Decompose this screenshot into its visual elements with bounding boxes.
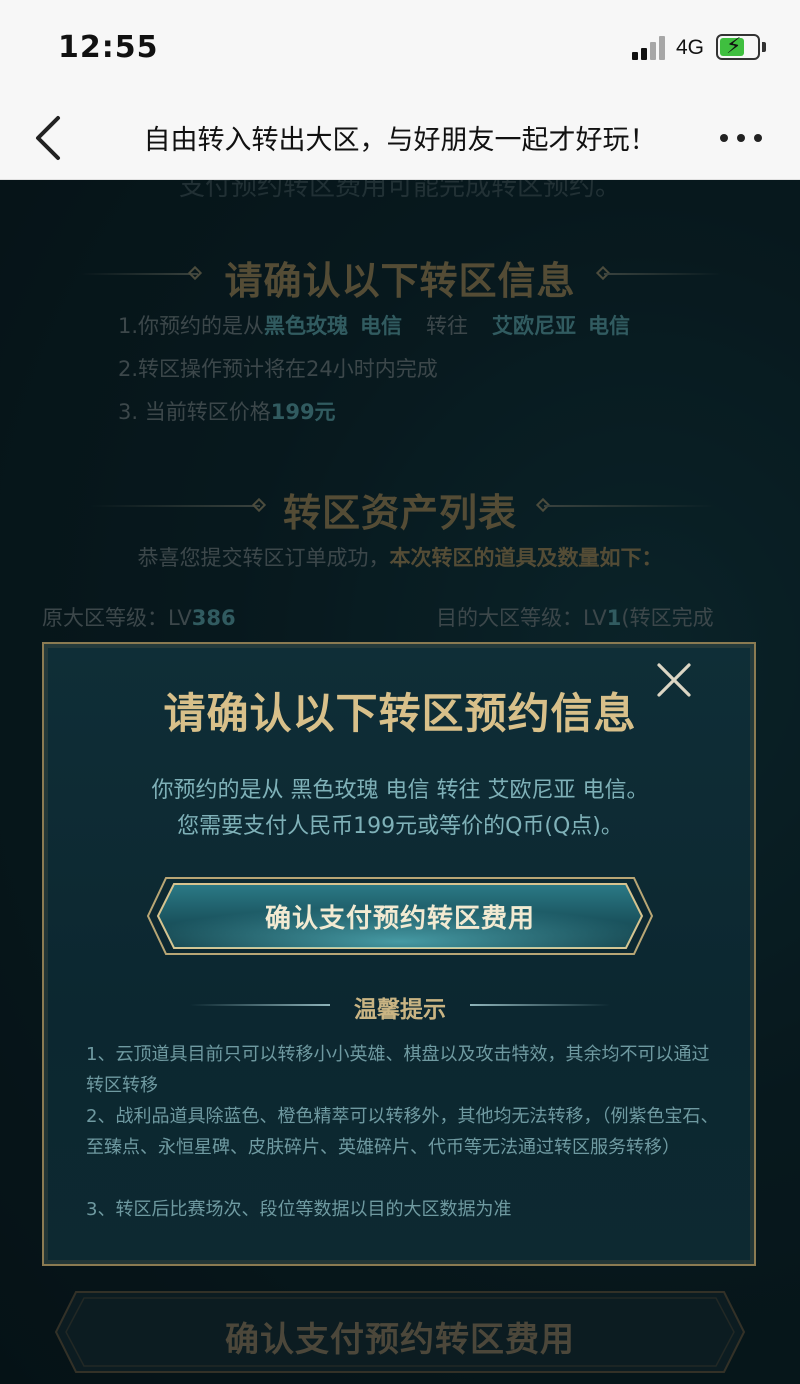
more-dots-icon[interactable] (720, 134, 764, 144)
modal-desc-line-1: 你预约的是从 黑色玫瑰 电信 转往 艾欧尼亚 电信。 (151, 778, 649, 803)
status-bar: 12:55 4G ⚡ (0, 0, 800, 96)
page-title: 自由转入转出大区，与好朋友一起才好玩！ (143, 125, 657, 156)
nav-bar: 自由转入转出大区，与好朋友一起才好玩！ (0, 96, 800, 180)
signal-icon (632, 36, 668, 60)
confirm-pay-button[interactable]: 确认支付预约转区费用 (146, 874, 654, 958)
tip-2: 2、战利品道具除蓝色、橙色精萃可以转移外，其他均无法转移，（例紫色宝石、至臻点、… (86, 1106, 719, 1158)
back-button[interactable] (30, 114, 70, 162)
charging-icon: ⚡ (726, 34, 742, 59)
tip-3: 3、转区后比赛场次、段位等数据以目的大区数据为准 (86, 1199, 512, 1220)
modal-desc-line-2: 您需要支付人民币199元或等价的Q币(Q点)。 (177, 814, 623, 839)
tip-1: 1、云顶道具目前只可以转移小小英雄、棋盘以及攻击特效，其余均不可以通过转区转移 (86, 1044, 710, 1096)
chevron-left-icon (36, 116, 60, 160)
status-time: 12:55 (58, 30, 159, 65)
tips-title: 温馨提示 (354, 997, 446, 1023)
tips-deco-right (470, 1004, 610, 1006)
battery-tip (762, 42, 766, 52)
modal-title: 请确认以下转区预约信息 (163, 689, 637, 738)
network-label: 4G (676, 36, 705, 59)
